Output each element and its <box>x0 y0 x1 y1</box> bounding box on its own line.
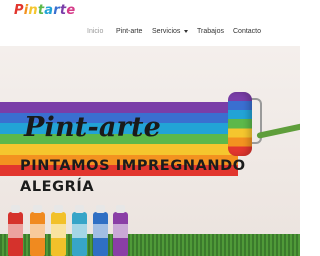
nav-item-label: Servicios <box>152 28 181 35</box>
hero-title: Pint-arte <box>24 112 162 143</box>
bottle-label <box>113 224 128 238</box>
nav-item-label: Trabajos <box>197 28 224 35</box>
bottle-label <box>51 224 66 238</box>
nav-item-trabajos[interactable]: Trabajos <box>197 28 224 35</box>
hero-subtitle-line1: PINTAMOS IMPREGNANDO <box>20 158 246 174</box>
bottle-label <box>8 224 23 238</box>
bottle-cap <box>54 205 63 213</box>
paint-bottle <box>72 205 87 256</box>
logo-letter: n <box>28 3 38 18</box>
paint-bottle <box>93 205 108 256</box>
nav-item-inicio[interactable]: Inicio <box>87 28 103 35</box>
paint-stripe <box>0 102 238 113</box>
paint-roller-handle <box>256 120 300 139</box>
nav-item-label: Pint-arte <box>116 28 143 35</box>
chevron-down-icon <box>184 29 189 33</box>
paint-bottle <box>30 205 45 256</box>
bottle-cap <box>33 205 42 213</box>
logo-letter: e <box>66 3 76 18</box>
paint-bottle <box>8 205 23 256</box>
nav-item-label: Inicio <box>87 28 104 35</box>
bottle-label <box>30 224 45 238</box>
nav-item-servicios[interactable]: Servicios <box>152 28 189 35</box>
logo-letter: a <box>44 3 54 18</box>
nav-item-pint-arte[interactable]: Pint-arte <box>116 28 142 35</box>
hero-banner: Pint-arte PINTAMOS IMPREGNANDO ALEGRÍA <box>0 46 300 256</box>
logo-letter: r <box>53 3 60 18</box>
paint-roller-icon <box>228 92 252 156</box>
nav-item-contacto[interactable]: Contacto <box>233 28 261 35</box>
bottle-cap <box>75 205 84 213</box>
nav-item-label: Contacto <box>233 28 262 35</box>
paint-stripe <box>0 144 238 155</box>
bottle-label <box>72 224 87 238</box>
bottle-cap <box>116 205 125 213</box>
bottle-label <box>93 224 108 238</box>
site-header: Pintarte Inicio Pint-arte Servicios Trab… <box>0 0 300 46</box>
paint-bottle <box>51 205 66 256</box>
brand-logo[interactable]: Pintarte <box>14 3 75 18</box>
bottle-cap <box>96 205 105 213</box>
paint-bottle <box>113 205 128 256</box>
logo-letter: P <box>14 3 24 18</box>
grass-strip <box>0 234 300 256</box>
bottle-cap <box>11 205 20 213</box>
hero-subtitle-line2: ALEGRÍA <box>20 179 95 195</box>
